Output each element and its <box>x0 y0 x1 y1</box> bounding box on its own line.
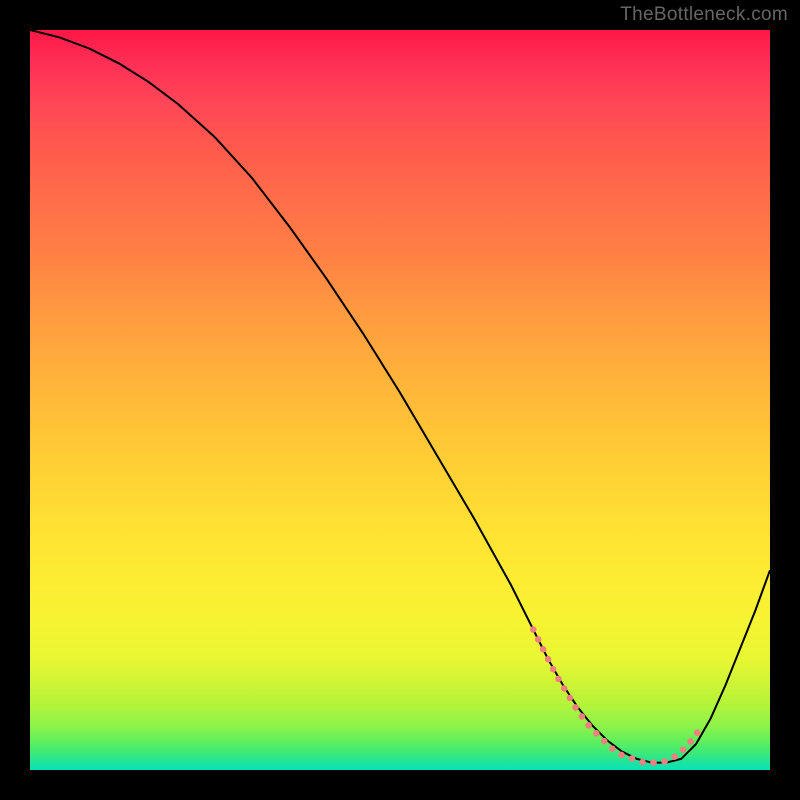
bottleneck-curve <box>30 30 770 763</box>
chart-container: TheBottleneck.com <box>0 0 800 800</box>
watermark-label: TheBottleneck.com <box>620 4 788 26</box>
chart-svg <box>30 30 770 770</box>
optimal-range-dots <box>533 629 700 762</box>
plot-area <box>30 30 770 770</box>
